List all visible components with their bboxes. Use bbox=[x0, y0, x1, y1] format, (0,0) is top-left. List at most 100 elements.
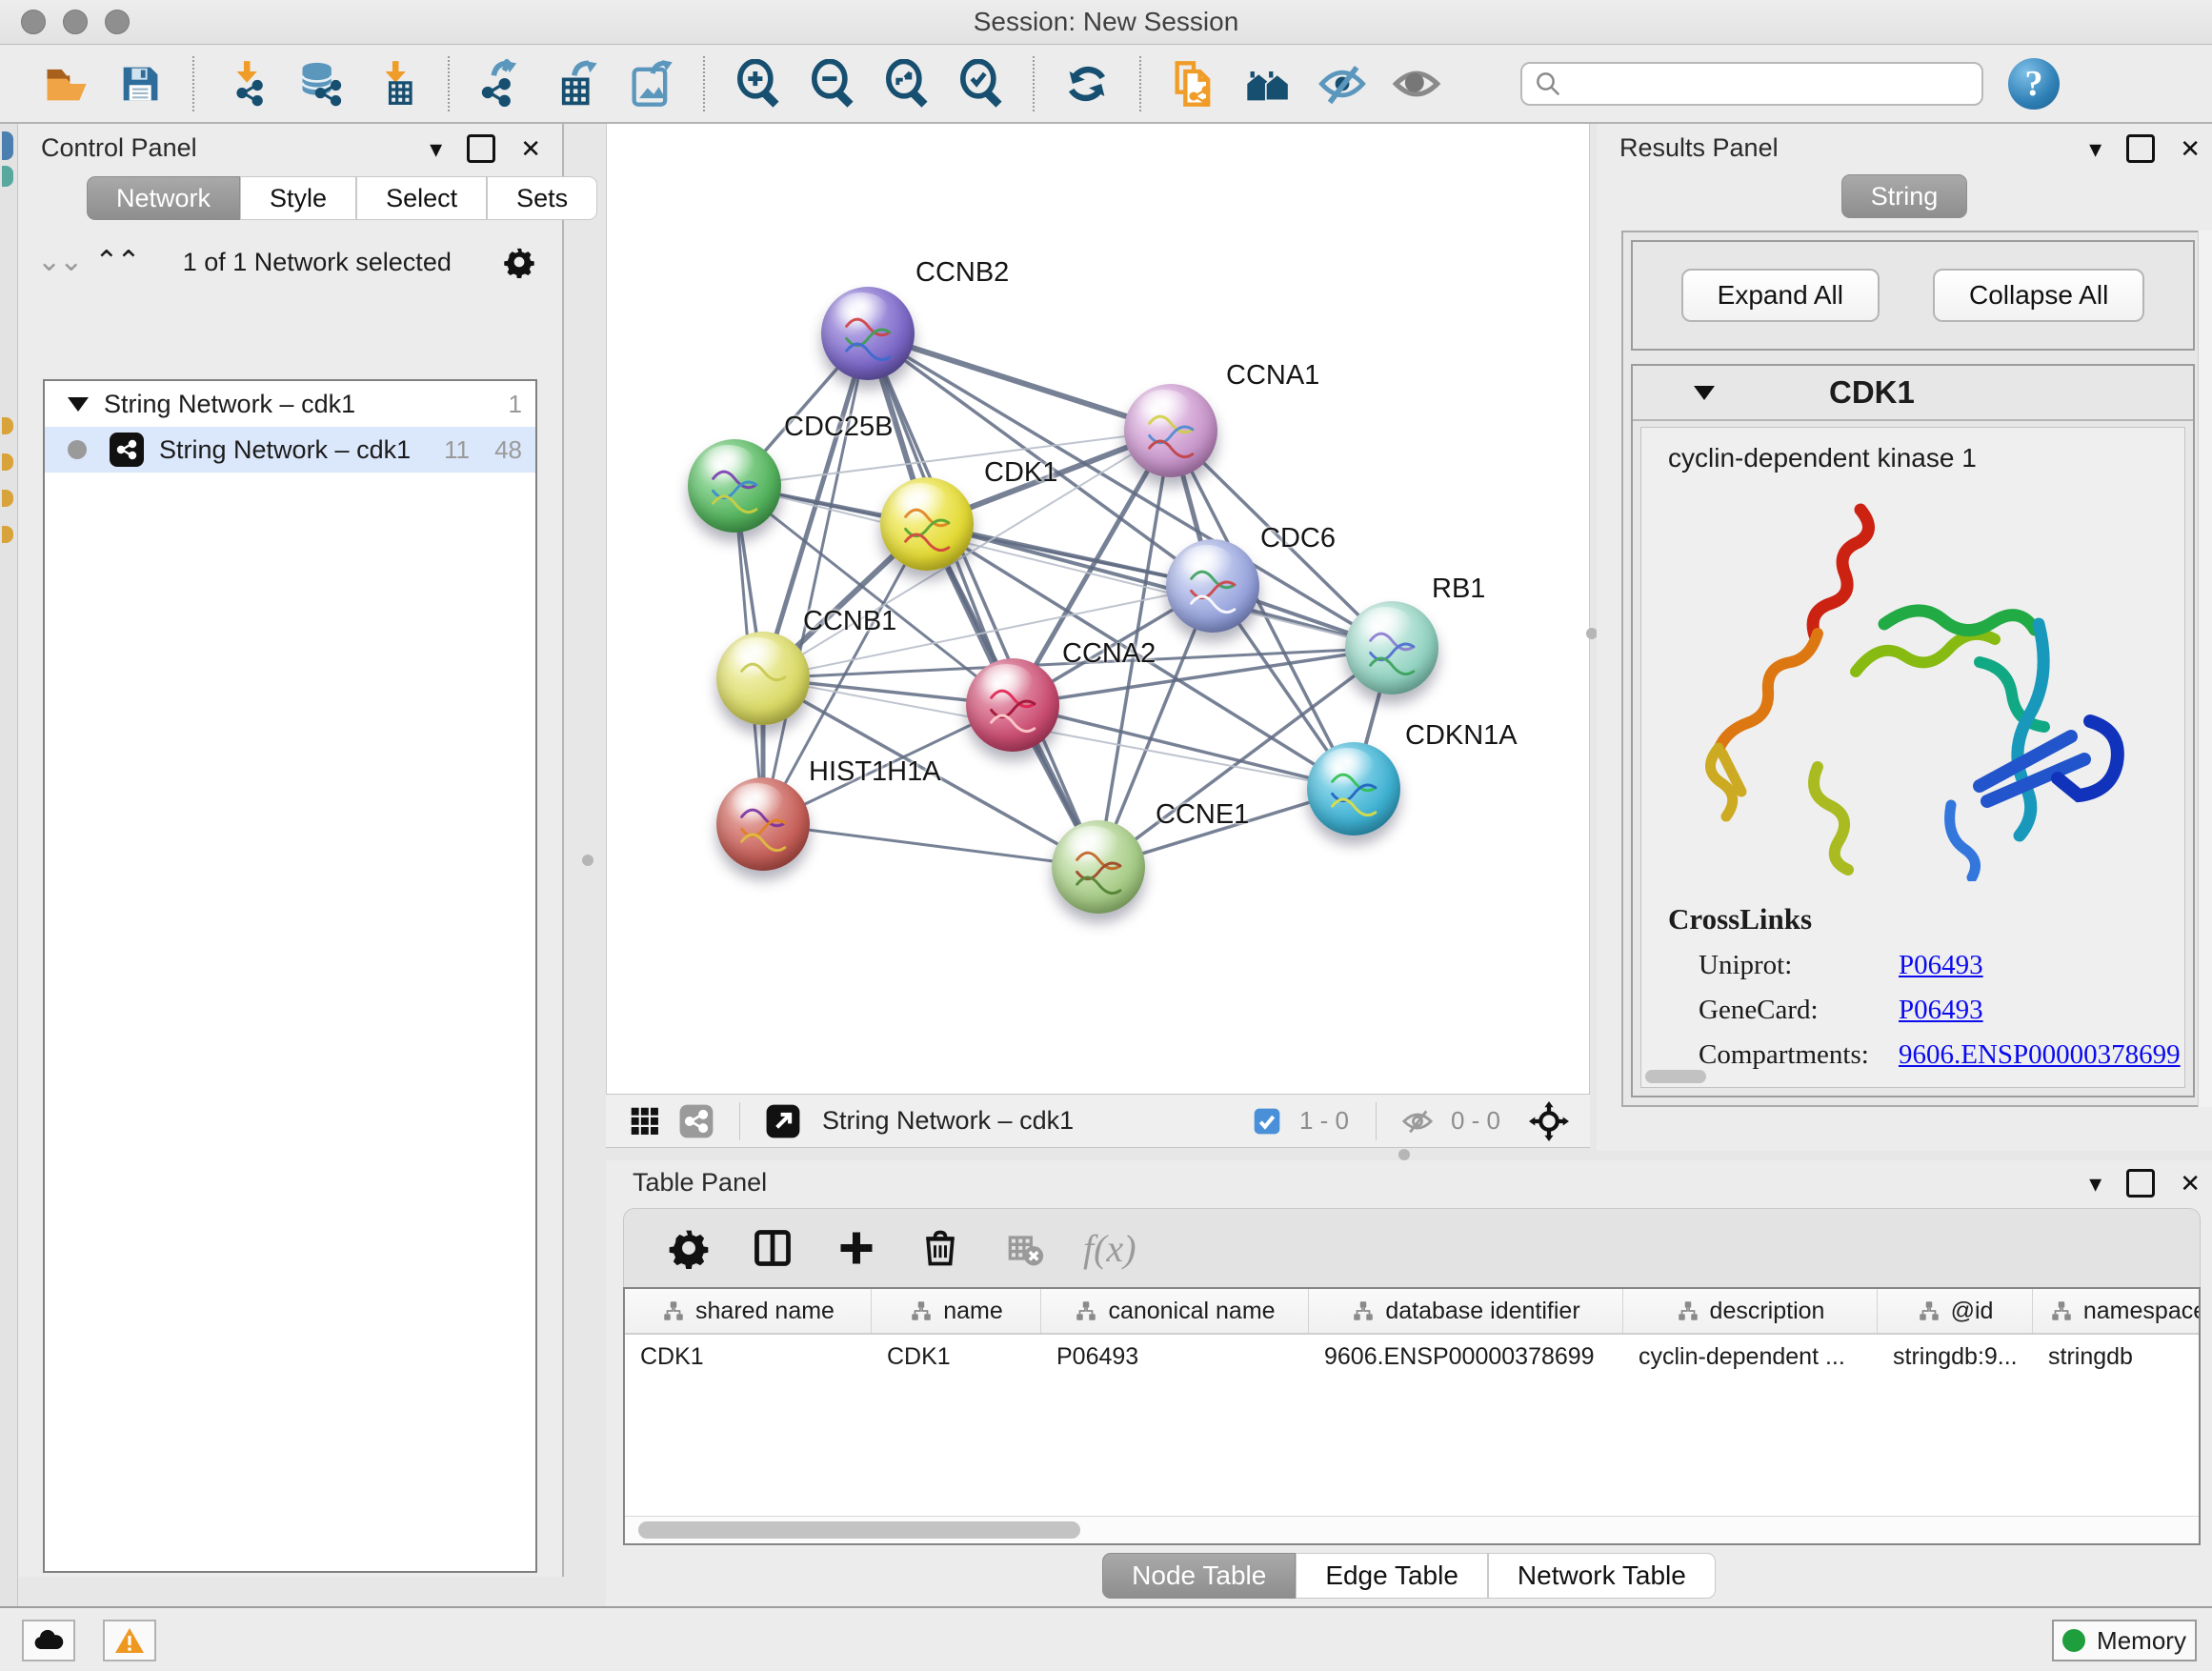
status-bar: Memory bbox=[0, 1606, 2212, 1671]
node-cdc25b[interactable] bbox=[688, 439, 781, 533]
export-table-button[interactable] bbox=[546, 53, 607, 114]
first-neighbors-button[interactable] bbox=[1237, 53, 1298, 114]
expand-all-button[interactable]: Expand All bbox=[1681, 269, 1880, 322]
memory-button[interactable]: Memory bbox=[2052, 1620, 2197, 1661]
cloud-status-button[interactable] bbox=[22, 1620, 75, 1661]
table-hscrollbar-thumb[interactable] bbox=[638, 1521, 1080, 1539]
tab-sets[interactable]: Sets bbox=[487, 176, 597, 220]
search-box[interactable] bbox=[1520, 62, 1983, 106]
control-panel-float-button[interactable] bbox=[467, 134, 495, 163]
node-ccna1[interactable] bbox=[1124, 384, 1217, 477]
crosslink-row: Tissues: 9606.ENSP00000378699 bbox=[1699, 1084, 2184, 1088]
results-tab-string[interactable]: String bbox=[1841, 174, 1968, 218]
refresh-view-button[interactable] bbox=[1056, 53, 1117, 114]
birdseye-grid-button[interactable] bbox=[627, 1103, 663, 1139]
collapse-all-button[interactable]: Collapse All bbox=[1933, 269, 2144, 322]
table-settings-button[interactable] bbox=[658, 1218, 719, 1278]
selected-items-checkbox[interactable] bbox=[1252, 1106, 1282, 1137]
zoom-selected-button[interactable] bbox=[950, 53, 1011, 114]
table-row[interactable]: CDK1CDK1P064939606.ENSP00000378699cyclin… bbox=[625, 1335, 2199, 1379]
column-header-database-identifier[interactable]: database identifier bbox=[1309, 1289, 1623, 1333]
zoom-out-button[interactable] bbox=[801, 53, 862, 114]
show-hide-button[interactable] bbox=[1312, 53, 1373, 114]
network-collection-row[interactable]: String Network – cdk1 1 bbox=[45, 381, 535, 427]
network-options-gear-button[interactable] bbox=[503, 246, 535, 278]
column-header-namespace[interactable]: namespace bbox=[2033, 1289, 2201, 1333]
crosslink-link[interactable]: P06493 bbox=[1899, 995, 1983, 1026]
tab-network-table[interactable]: Network Table bbox=[1488, 1553, 1716, 1599]
node-rb1[interactable] bbox=[1345, 601, 1438, 695]
control-panel-menu-button[interactable]: ▾ bbox=[430, 136, 442, 161]
node-result-header[interactable]: CDK1 bbox=[1633, 366, 2193, 421]
export-network-button[interactable] bbox=[472, 53, 533, 114]
crosslinks-title: CrossLinks bbox=[1668, 902, 2184, 936]
copy-network-button[interactable] bbox=[1163, 53, 1224, 114]
node-ccne1[interactable] bbox=[1052, 820, 1145, 914]
help-button[interactable]: ? bbox=[2008, 58, 2060, 110]
first-neighbors-icon bbox=[1243, 59, 1293, 109]
results-panel-float-button[interactable] bbox=[2126, 134, 2155, 163]
network-canvas[interactable]: CCNB2CCNA1CDC25BCDK1CDC6RB1CCNB1CCNA2CDK… bbox=[606, 124, 1590, 1094]
control-panel-close-button[interactable]: ✕ bbox=[520, 136, 541, 161]
results-panel-close-button[interactable]: ✕ bbox=[2180, 136, 2201, 161]
export-image-button[interactable] bbox=[620, 53, 681, 114]
node-hist1h1a[interactable] bbox=[716, 777, 810, 871]
node-cdk1[interactable] bbox=[880, 477, 974, 571]
split-panel-button[interactable] bbox=[742, 1218, 803, 1278]
node-ccnb2[interactable] bbox=[821, 287, 915, 380]
column-header-name[interactable]: name bbox=[872, 1289, 1041, 1333]
edge-HIST1H1A-CCNE1[interactable] bbox=[763, 824, 1098, 867]
collapse-triangle-icon[interactable] bbox=[68, 397, 89, 412]
column-header-canonical-name[interactable]: canonical name bbox=[1041, 1289, 1309, 1333]
network-row[interactable]: String Network – cdk1 11 48 bbox=[45, 427, 535, 473]
tab-edge-table[interactable]: Edge Table bbox=[1296, 1553, 1488, 1599]
crosslink-link[interactable]: P06493 bbox=[1899, 950, 1983, 981]
protein-thumbnail-icon bbox=[1177, 560, 1248, 622]
results-panel-menu-button[interactable]: ▾ bbox=[2089, 136, 2101, 161]
import-table-from-file-button[interactable] bbox=[365, 53, 426, 114]
table-panel-close-button[interactable]: ✕ bbox=[2180, 1171, 2201, 1196]
column-label: description bbox=[1710, 1298, 1825, 1325]
save-session-button[interactable] bbox=[110, 53, 171, 114]
detach-view-button[interactable] bbox=[765, 1103, 801, 1139]
node-ccna2[interactable] bbox=[966, 658, 1059, 752]
tab-select[interactable]: Select bbox=[356, 176, 487, 220]
toggle-details-button[interactable] bbox=[1386, 53, 1447, 114]
results-hscrollbar[interactable] bbox=[1645, 1070, 1706, 1083]
node-label-ccnb1: CCNB1 bbox=[803, 606, 896, 637]
warning-status-button[interactable] bbox=[103, 1620, 156, 1661]
table-panel-menu-button[interactable]: ▾ bbox=[2089, 1171, 2101, 1196]
search-input[interactable] bbox=[1572, 68, 1970, 99]
open-session-button[interactable] bbox=[35, 53, 96, 114]
node-cdc6[interactable] bbox=[1166, 539, 1259, 633]
column-header-shared-name[interactable]: shared name bbox=[625, 1289, 872, 1333]
column-header-description[interactable]: description bbox=[1623, 1289, 1878, 1333]
horizontal-splitter-handle[interactable] bbox=[1398, 1149, 1410, 1160]
crosslink-link[interactable]: 9606.ENSP00000378699 bbox=[1899, 1039, 2181, 1071]
table-panel-float-button[interactable] bbox=[2126, 1169, 2155, 1198]
node-cdkn1a[interactable] bbox=[1307, 742, 1400, 836]
crosslink-link[interactable]: 9606.ENSP00000378699 bbox=[1899, 1084, 2181, 1088]
vertical-splitter-handle[interactable] bbox=[582, 855, 593, 866]
column-label: database identifier bbox=[1385, 1298, 1579, 1325]
table-hscrollbar[interactable] bbox=[625, 1516, 2199, 1543]
import-network-from-database-button[interactable] bbox=[291, 53, 352, 114]
zoom-fit-button[interactable] bbox=[875, 53, 936, 114]
node-ccnb1[interactable] bbox=[716, 632, 810, 725]
zoom-in-button[interactable] bbox=[727, 53, 788, 114]
tab-network[interactable]: Network bbox=[87, 176, 240, 220]
expand-all-networks-button[interactable]: ⌃⌃ bbox=[94, 248, 138, 276]
fit-selected-crosshair-button[interactable] bbox=[1529, 1101, 1569, 1141]
collapse-all-networks-button[interactable]: ⌄⌄ bbox=[37, 248, 81, 276]
import-network-from-file-button[interactable] bbox=[216, 53, 277, 114]
hidden-items-eye-icon[interactable] bbox=[1401, 1105, 1434, 1137]
collapse-triangle-icon[interactable] bbox=[1694, 386, 1715, 400]
column-header--id[interactable]: @id bbox=[1878, 1289, 2033, 1333]
results-vscrollbar-track[interactable] bbox=[2198, 231, 2212, 1107]
add-column-button[interactable] bbox=[826, 1218, 887, 1278]
tab-style[interactable]: Style bbox=[240, 176, 356, 220]
delete-column-button[interactable] bbox=[910, 1218, 971, 1278]
columns-icon bbox=[752, 1227, 794, 1269]
table-body: CDK1CDK1P064939606.ENSP00000378699cyclin… bbox=[625, 1335, 2199, 1379]
tab-node-table[interactable]: Node Table bbox=[1102, 1553, 1296, 1599]
